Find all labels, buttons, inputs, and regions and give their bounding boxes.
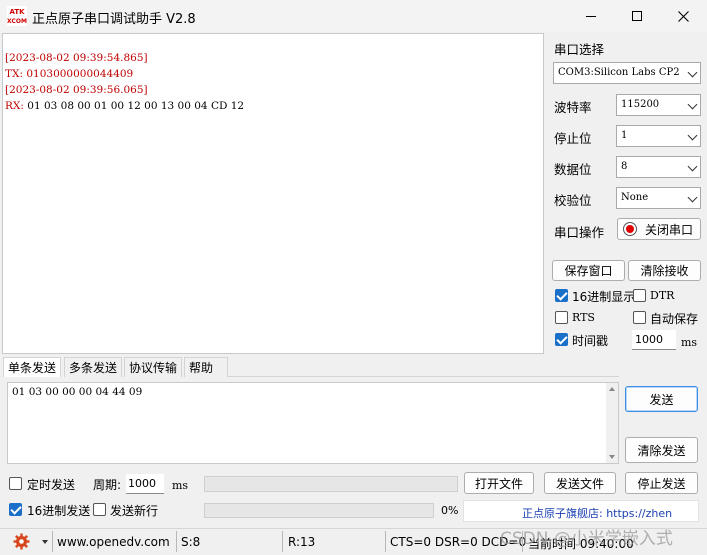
hex-display-checkbox[interactable] xyxy=(555,289,568,302)
timed-send-checkbox[interactable] xyxy=(9,477,22,490)
timestamp-unit: ms xyxy=(681,336,698,349)
hex-send-label: 16进制发送 xyxy=(27,504,91,518)
close-port-button[interactable]: 关闭串口 xyxy=(617,218,701,240)
auto-save-label: 自动保存 xyxy=(650,312,699,326)
data-bits-select[interactable]: 8 xyxy=(616,156,701,178)
stop-bits-select[interactable]: 1 xyxy=(616,125,701,147)
close-icon xyxy=(677,10,689,22)
auto-save-checkbox[interactable] xyxy=(633,311,646,324)
send-newline-checkbox[interactable] xyxy=(93,503,106,516)
received-count: R:13 xyxy=(288,535,316,549)
open-file-button[interactable]: 打开文件 xyxy=(464,472,534,494)
status-separator xyxy=(385,531,386,552)
receive-line: [2023-08-02 09:39:54.865] xyxy=(5,52,148,64)
app-logo-icon: ATK XCOM xyxy=(7,6,27,26)
send-progress-track xyxy=(204,476,458,492)
data-bits-label: 数据位 xyxy=(554,162,592,177)
receive-textarea[interactable]: [2023-08-02 09:39:54.865] TX: 0103000000… xyxy=(2,33,544,354)
hex-display-label: 16进制显示 xyxy=(572,290,636,304)
close-port-label: 关闭串口 xyxy=(645,222,694,237)
store-link-box[interactable]: 正点原子旗舰店: https://zhen xyxy=(463,500,699,522)
stop-bits-label: 停止位 xyxy=(554,131,592,146)
stop-bits-value: 1 xyxy=(621,130,628,141)
send-textarea[interactable]: 01 03 00 00 00 04 44 09 xyxy=(7,382,619,464)
data-bits-value: 8 xyxy=(621,161,628,172)
tab-multi-send[interactable]: 多条发送 xyxy=(64,357,123,377)
window-title: 正点原子串口调试助手 V2.8 xyxy=(32,12,196,27)
receive-line: TX: 0103000000044409 xyxy=(5,68,134,80)
status-separator xyxy=(52,531,53,552)
tab-protocol[interactable]: 协议传输 xyxy=(124,357,183,377)
chevron-down-icon xyxy=(687,192,698,203)
status-separator xyxy=(282,531,283,552)
tab-help[interactable]: 帮助 xyxy=(184,357,228,377)
dropdown-arrow-icon[interactable] xyxy=(42,540,48,544)
tab-single-send[interactable]: 单条发送 xyxy=(3,357,62,377)
parity-select[interactable]: None xyxy=(616,187,701,209)
parity-value: None xyxy=(621,192,649,203)
sent-count: S:8 xyxy=(181,535,201,549)
minimize-icon xyxy=(586,15,596,17)
hex-send-checkbox[interactable] xyxy=(9,503,22,516)
send-newline-label: 发送新行 xyxy=(110,504,159,518)
scroll-up-icon xyxy=(609,387,615,391)
baud-rate-value: 115200 xyxy=(621,99,660,110)
period-label: 周期: xyxy=(93,478,122,492)
chevron-down-icon xyxy=(687,161,698,172)
parity-label: 校验位 xyxy=(554,193,592,208)
baud-rate-select[interactable]: 115200 xyxy=(616,94,701,116)
website-link[interactable]: www.openedv.com xyxy=(57,535,170,549)
chevron-down-icon xyxy=(687,130,698,141)
send-text: 01 03 00 00 00 04 44 09 xyxy=(12,386,143,398)
clear-receive-button[interactable]: 清除接收 xyxy=(628,260,701,281)
stop-send-button[interactable]: 停止发送 xyxy=(625,472,698,494)
maximize-button[interactable] xyxy=(614,0,660,32)
send-file-button[interactable]: 发送文件 xyxy=(544,472,616,494)
store-link[interactable]: 正点原子旗舰店: https://zhen xyxy=(522,505,672,521)
file-progress-bar xyxy=(204,503,434,518)
send-scrollbar[interactable] xyxy=(606,383,618,463)
chevron-down-icon xyxy=(687,99,698,110)
file-progress-text: 0% xyxy=(441,504,459,517)
dtr-checkbox[interactable] xyxy=(633,289,646,302)
svg-text:XCOM: XCOM xyxy=(7,18,27,25)
rx-prefix: RX: xyxy=(5,100,24,112)
rx-data: 01 03 08 00 01 00 12 00 13 00 04 CD 12 xyxy=(23,100,245,112)
port-select[interactable]: COM3:Silicon Labs CP2 xyxy=(553,62,701,84)
minimize-button[interactable] xyxy=(568,0,614,32)
send-button[interactable]: 发送 xyxy=(625,386,698,412)
port-select-label: 串口选择 xyxy=(554,42,605,57)
rts-checkbox[interactable] xyxy=(555,311,568,324)
receive-line: [2023-08-02 09:39:56.065] xyxy=(5,84,148,96)
watermark: CSDN @小米学嵌入式 xyxy=(500,529,673,549)
port-operation-label: 串口操作 xyxy=(554,225,605,240)
chevron-down-icon xyxy=(687,67,698,78)
period-input[interactable]: 1000 xyxy=(126,474,164,494)
receive-line: RX: 01 03 08 00 01 00 12 00 13 00 04 CD … xyxy=(5,100,244,112)
save-window-button[interactable]: 保存窗口 xyxy=(552,260,625,281)
status-separator xyxy=(176,531,177,552)
clear-send-button[interactable]: 清除发送 xyxy=(625,437,698,463)
timed-send-label: 定时发送 xyxy=(27,478,76,492)
rts-label: RTS xyxy=(572,311,595,324)
tab-underline xyxy=(228,376,619,377)
svg-text:ATK: ATK xyxy=(9,8,25,16)
maximize-icon xyxy=(632,11,642,21)
scroll-down-icon xyxy=(609,455,615,459)
baud-rate-label: 波特率 xyxy=(554,100,592,115)
dtr-label: DTR xyxy=(650,289,675,302)
period-unit: ms xyxy=(172,479,189,492)
timestamp-checkbox[interactable] xyxy=(555,333,568,346)
close-button[interactable] xyxy=(660,0,706,32)
settings-gear-icon[interactable] xyxy=(13,533,30,553)
port-status-icon xyxy=(623,222,637,236)
timestamp-interval-input[interactable]: 1000 xyxy=(632,330,676,350)
port-select-value: COM3:Silicon Labs CP2 xyxy=(558,67,680,78)
timestamp-label: 时间戳 xyxy=(572,334,609,348)
